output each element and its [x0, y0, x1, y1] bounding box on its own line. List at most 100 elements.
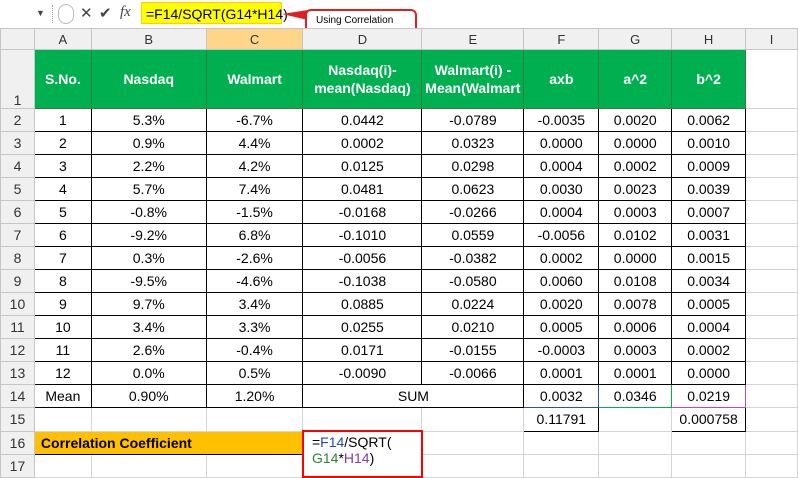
header-cell[interactable]: Walmart(i) - Mean(Walmart	[421, 49, 525, 109]
data-cell[interactable]: -0.4%	[205, 338, 304, 362]
data-cell[interactable]: 9.7%	[90, 292, 207, 316]
data-cell[interactable]: 0.0002	[598, 154, 673, 178]
empty-cell[interactable]	[745, 154, 798, 178]
empty-cell[interactable]	[205, 453, 304, 478]
data-cell[interactable]: 0.0010	[671, 131, 747, 155]
data-cell[interactable]: 0.5%	[205, 361, 304, 385]
data-cell[interactable]: 6	[33, 223, 92, 247]
col-header-i[interactable]: I	[745, 28, 798, 50]
empty-cell[interactable]	[90, 453, 207, 478]
data-cell[interactable]: 0.0023	[598, 177, 673, 201]
empty-cell[interactable]	[33, 407, 92, 432]
data-cell[interactable]: 11	[33, 338, 92, 362]
sum-b2-cell[interactable]: 0.0219	[671, 384, 747, 408]
data-cell[interactable]: 0.0015	[671, 246, 747, 270]
data-cell[interactable]: 0.0481	[302, 177, 423, 201]
data-cell[interactable]: -9.2%	[90, 223, 207, 247]
data-cell[interactable]: -0.0056	[302, 246, 423, 270]
header-cell[interactable]: Nasdaq	[90, 49, 207, 109]
row-header[interactable]: 16	[0, 430, 35, 455]
row-header[interactable]: 4	[0, 154, 35, 178]
formula-input[interactable]: =F14/SQRT(G14*H14)	[141, 2, 288, 24]
data-cell[interactable]: 2.2%	[90, 154, 207, 178]
data-cell[interactable]: -0.1038	[302, 269, 423, 293]
data-cell[interactable]: 0.0000	[598, 246, 673, 270]
data-cell[interactable]: 0.0442	[302, 108, 423, 132]
empty-cell[interactable]	[598, 407, 673, 432]
data-cell[interactable]: 0.0%	[90, 361, 207, 385]
data-cell[interactable]: 0.0078	[598, 292, 673, 316]
empty-cell[interactable]	[33, 453, 92, 478]
empty-cell[interactable]	[421, 430, 525, 455]
data-cell[interactable]: 0.0298	[421, 154, 525, 178]
row-header[interactable]: 9	[0, 269, 35, 293]
data-cell[interactable]: 0.0000	[598, 131, 673, 155]
data-cell[interactable]: 3.4%	[205, 292, 304, 316]
data-cell[interactable]: 3.4%	[90, 315, 207, 339]
data-cell[interactable]: 0.0004	[523, 154, 600, 178]
empty-cell[interactable]	[745, 269, 798, 293]
data-cell[interactable]: 0.0009	[671, 154, 747, 178]
sum-a2-cell[interactable]: 0.0346	[598, 384, 673, 408]
header-cell[interactable]: b^2	[671, 49, 747, 109]
name-box-dropdown-icon[interactable]: ▼	[36, 8, 45, 18]
empty-cell[interactable]	[671, 430, 747, 455]
data-cell[interactable]: 1	[33, 108, 92, 132]
data-cell[interactable]: -0.1010	[302, 223, 423, 247]
row-header[interactable]: 15	[0, 407, 35, 432]
sum-label-cell[interactable]: SUM	[302, 384, 525, 408]
mean-label-cell[interactable]: Mean	[33, 384, 92, 408]
data-cell[interactable]: -9.5%	[90, 269, 207, 293]
data-cell[interactable]: 0.0031	[671, 223, 747, 247]
data-cell[interactable]: -4.6%	[205, 269, 304, 293]
data-cell[interactable]: 0.0006	[598, 315, 673, 339]
row-header[interactable]: 14	[0, 384, 35, 408]
data-cell[interactable]: 0.0005	[671, 292, 747, 316]
data-cell[interactable]: -0.0382	[421, 246, 525, 270]
data-cell[interactable]: -0.0580	[421, 269, 525, 293]
data-cell[interactable]: 9	[33, 292, 92, 316]
data-cell[interactable]: 0.0210	[421, 315, 525, 339]
data-cell[interactable]: 0.0001	[523, 361, 600, 385]
empty-cell[interactable]	[421, 453, 525, 478]
data-cell[interactable]: -0.0168	[302, 200, 423, 224]
col-header-b[interactable]: B	[90, 28, 207, 50]
row-header[interactable]: 2	[0, 108, 35, 132]
header-cell[interactable]: S.No.	[33, 49, 92, 109]
col-header-g[interactable]: G	[598, 28, 673, 50]
data-cell[interactable]: 5.7%	[90, 177, 207, 201]
data-cell[interactable]: 0.9%	[90, 131, 207, 155]
formula-bar-grip[interactable]	[58, 4, 74, 24]
empty-cell[interactable]	[745, 177, 798, 201]
data-cell[interactable]: 2.6%	[90, 338, 207, 362]
empty-cell[interactable]	[745, 338, 798, 362]
insert-function-icon[interactable]: fx	[120, 4, 131, 21]
row-header[interactable]: 7	[0, 223, 35, 247]
data-cell[interactable]: -0.0266	[421, 200, 525, 224]
data-cell[interactable]: 10	[33, 315, 92, 339]
empty-cell[interactable]	[745, 292, 798, 316]
data-cell[interactable]: -0.0789	[421, 108, 525, 132]
row-header[interactable]: 11	[0, 315, 35, 339]
data-cell[interactable]: 4	[33, 177, 92, 201]
empty-cell[interactable]	[671, 453, 747, 478]
empty-cell[interactable]	[745, 108, 798, 132]
data-cell[interactable]: 7	[33, 246, 92, 270]
col-header-d[interactable]: D	[302, 28, 423, 50]
header-cell[interactable]: a^2	[598, 49, 673, 109]
data-cell[interactable]: -0.0056	[523, 223, 600, 247]
formula-edit-cell[interactable]: =F14/SQRT( G14*H14)	[301, 430, 423, 478]
data-cell[interactable]: 6.8%	[205, 223, 304, 247]
data-cell[interactable]: 0.0623	[421, 177, 525, 201]
empty-cell[interactable]	[421, 407, 525, 432]
row-header[interactable]: 1	[0, 49, 35, 109]
data-cell[interactable]: 0.0003	[598, 200, 673, 224]
empty-cell[interactable]	[745, 246, 798, 270]
empty-cell[interactable]	[745, 430, 798, 455]
data-cell[interactable]: 0.0007	[671, 200, 747, 224]
data-cell[interactable]: 0.0171	[302, 338, 423, 362]
row-header[interactable]: 17	[0, 453, 35, 478]
data-cell[interactable]: 0.0255	[302, 315, 423, 339]
data-cell[interactable]: -0.0155	[421, 338, 525, 362]
data-cell[interactable]: 4.4%	[205, 131, 304, 155]
